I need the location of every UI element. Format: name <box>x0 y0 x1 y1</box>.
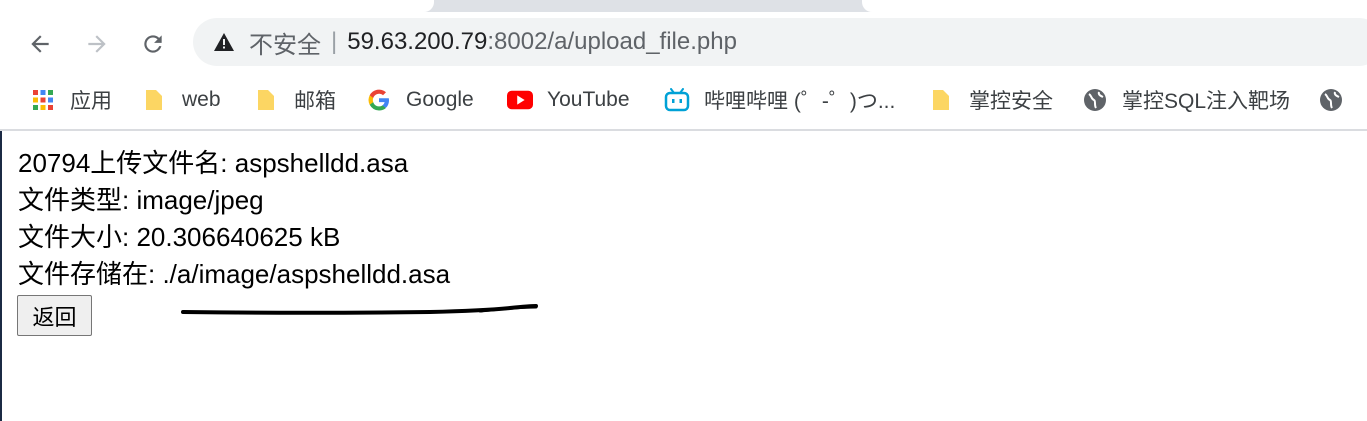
tab-strip <box>0 0 1367 12</box>
bookmark-label: 邮箱 <box>294 90 336 113</box>
bookmarks-bar: 应用 web 邮箱 Google YouTube 哔哩哔哩 (゜-゜)つ... … <box>0 73 1367 131</box>
bookmark-more[interactable] <box>1318 85 1358 115</box>
apps-grid-icon <box>30 87 56 113</box>
folder-icon <box>254 87 280 113</box>
arrow-left-icon <box>31 35 49 53</box>
bookmark-label: 掌控安全 <box>969 90 1053 113</box>
bookmark-label: 应用 <box>70 90 112 113</box>
bookmark-label: YouTube <box>547 88 630 111</box>
new-tab-area[interactable] <box>862 0 1367 12</box>
arrow-right-icon <box>88 35 106 53</box>
back-button[interactable]: 返回 <box>17 295 92 336</box>
bookmark-zhangkong[interactable]: 掌控安全 <box>929 85 1053 115</box>
uploaded-filename-line: 20794上传文件名: aspshelldd.asa <box>18 148 409 178</box>
back-nav-button[interactable] <box>22 26 58 62</box>
warning-triangle-icon <box>213 31 235 53</box>
file-size-line: 文件大小: 20.306640625 kB <box>18 222 341 252</box>
upload-result: 20794上传文件名: aspshelldd.asa 文件类型: image/j… <box>18 145 450 293</box>
reload-icon <box>144 35 162 53</box>
underline-annotation <box>181 304 538 315</box>
forward-nav-button[interactable] <box>79 26 115 62</box>
globe-icon <box>1082 87 1108 113</box>
folder-icon <box>929 87 955 113</box>
bookmark-apps[interactable]: 应用 <box>30 85 112 115</box>
bookmark-youtube[interactable]: YouTube <box>507 85 630 115</box>
window-edge <box>0 131 2 421</box>
bookmark-web[interactable]: web <box>142 85 221 115</box>
bookmark-label: web <box>182 88 221 111</box>
youtube-icon <box>507 87 533 113</box>
file-path-line: 文件存储在: ./a/image/aspshelldd.asa <box>18 259 451 289</box>
active-tab[interactable] <box>0 0 434 12</box>
bookmark-mail[interactable]: 邮箱 <box>254 85 336 115</box>
bilibili-icon <box>664 87 690 113</box>
folder-icon <box>142 87 168 113</box>
browser-toolbar: 不安全 | 59.63.200.79:8002/a/upload_file.ph… <box>0 12 1367 73</box>
address-separator: | <box>331 28 338 55</box>
bookmark-label: 哔哩哔哩 (゜-゜)つ... <box>704 90 896 113</box>
bookmark-sql-range[interactable]: 掌控SQL注入靶场 <box>1082 85 1290 115</box>
url-path[interactable]: :8002/a/upload_file.php <box>487 28 737 56</box>
security-label[interactable]: 不安全 <box>249 25 321 60</box>
reload-button[interactable] <box>135 26 171 62</box>
bookmark-label: Google <box>406 88 474 111</box>
bookmark-bilibili[interactable]: 哔哩哔哩 (゜-゜)つ... <box>664 85 895 115</box>
bookmark-label: 掌控SQL注入靶场 <box>1122 90 1291 113</box>
url-host[interactable]: 59.63.200.79 <box>347 28 487 56</box>
file-type-line: 文件类型: image/jpeg <box>18 185 264 215</box>
bookmark-google[interactable]: Google <box>366 85 474 115</box>
globe-icon <box>1318 87 1344 113</box>
address-bar[interactable]: 不安全 | 59.63.200.79:8002/a/upload_file.ph… <box>193 18 1367 66</box>
google-icon <box>366 87 392 113</box>
